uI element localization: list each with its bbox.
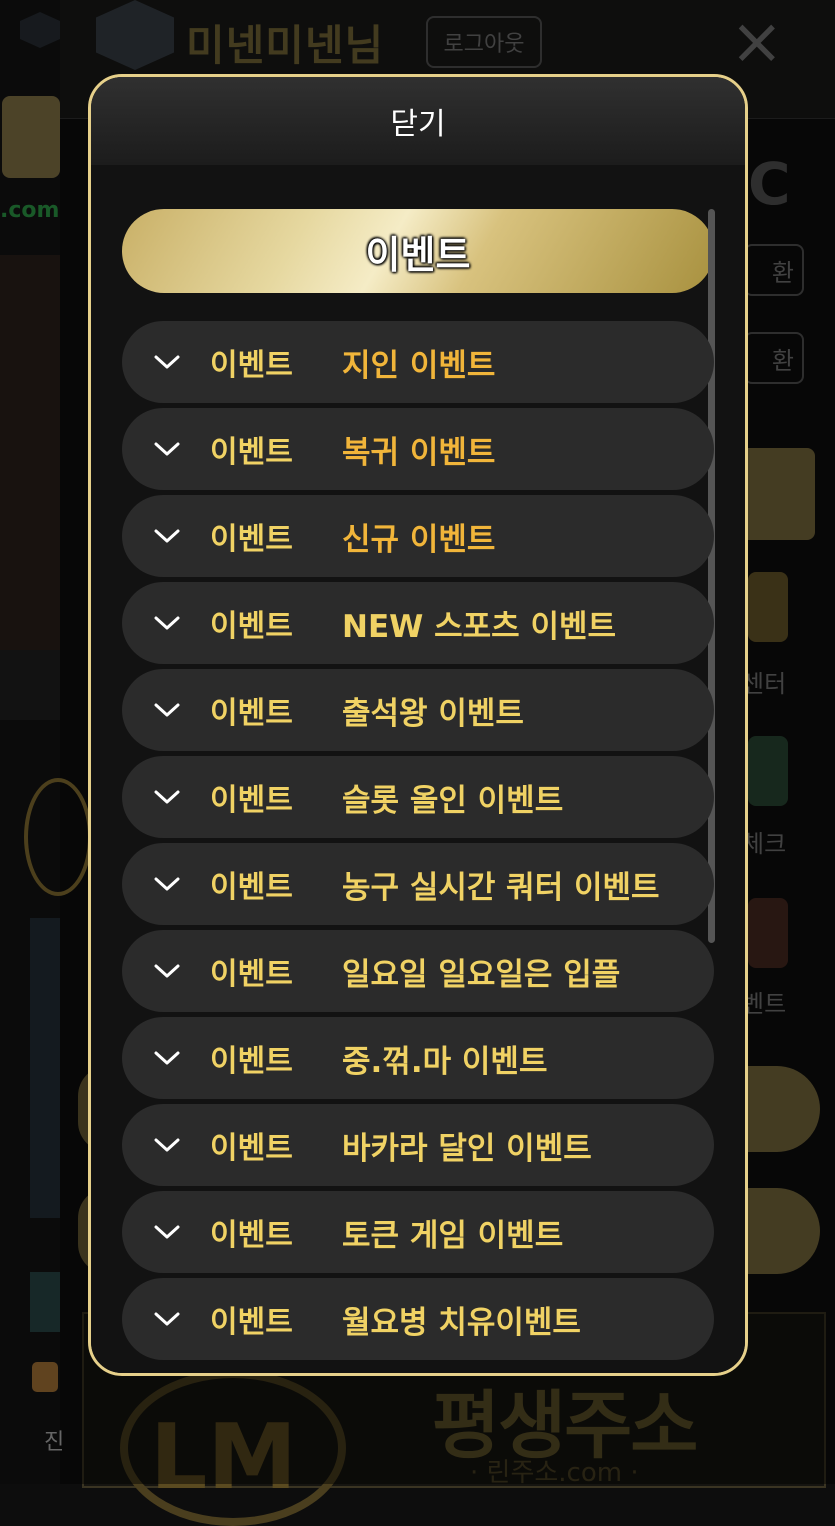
event-name: 바카라 달인 이벤트 [342, 1130, 592, 1167]
event-category: 이벤트 [210, 783, 293, 818]
event-name: 출석왕 이벤트 [342, 695, 524, 732]
event-list-item[interactable]: 이벤트 바카라 달인 이벤트 [122, 1104, 714, 1186]
scrollbar[interactable] [708, 209, 715, 943]
section-title: 이벤트 [122, 209, 714, 293]
chevron-down-icon [152, 1130, 182, 1160]
event-modal: 닫기 이벤트 이벤트 지인 이벤트 이벤트 복귀 이벤트 이벤트 신규 이벤트 이벤트 NEW… [88, 74, 748, 1376]
event-list-item[interactable]: 이벤트 출석왕 이벤트 [122, 669, 714, 751]
event-list-item[interactable]: 이벤트 지인 이벤트 [122, 321, 714, 403]
event-name: 복귀 이벤트 [342, 434, 496, 471]
chevron-down-icon [152, 869, 182, 899]
event-name: 중.꺾.마 이벤트 [342, 1043, 548, 1080]
event-name: NEW 스포츠 이벤트 [342, 608, 617, 645]
event-name: 일요일 일요일은 입플 [342, 956, 621, 993]
event-list-item[interactable]: 이벤트 슬롯 올인 이벤트 [122, 756, 714, 838]
chevron-down-icon [152, 695, 182, 725]
event-category: 이벤트 [210, 435, 293, 470]
event-list-item[interactable]: 이벤트 토큰 게임 이벤트 [122, 1191, 714, 1273]
chevron-down-icon [152, 1043, 182, 1073]
event-category: 이벤트 [210, 1131, 293, 1166]
event-list-item[interactable]: 이벤트 중.꺾.마 이벤트 [122, 1017, 714, 1099]
event-category: 이벤트 [210, 609, 293, 644]
event-category: 이벤트 [210, 1305, 293, 1340]
chevron-down-icon [152, 347, 182, 377]
event-category: 이벤트 [210, 348, 293, 383]
event-name: 슬롯 올인 이벤트 [342, 782, 564, 819]
event-list-item[interactable]: 이벤트 농구 실시간 쿼터 이벤트 [122, 843, 714, 925]
event-list-item[interactable]: 이벤트 월요병 치유이벤트 [122, 1278, 714, 1360]
event-list-item[interactable]: 이벤트 복귀 이벤트 [122, 408, 714, 490]
event-name: 토큰 게임 이벤트 [342, 1217, 564, 1254]
modal-body: 이벤트 이벤트 지인 이벤트 이벤트 복귀 이벤트 이벤트 신규 이벤트 이벤트 NEW 스포… [91, 165, 745, 1373]
event-name: 신규 이벤트 [342, 521, 496, 558]
chevron-down-icon [152, 956, 182, 986]
event-category: 이벤트 [210, 696, 293, 731]
chevron-down-icon [152, 434, 182, 464]
modal-close-bar[interactable]: 닫기 [91, 77, 745, 166]
event-category: 이벤트 [210, 522, 293, 557]
event-category: 이벤트 [210, 957, 293, 992]
chevron-down-icon [152, 521, 182, 551]
event-list-item[interactable]: 이벤트 신규 이벤트 [122, 495, 714, 577]
chevron-down-icon [152, 608, 182, 638]
event-name: 지인 이벤트 [342, 347, 496, 384]
event-list-item[interactable]: 이벤트 일요일 일요일은 입플 [122, 930, 714, 1012]
section-title-text: 이벤트 [365, 232, 471, 277]
close-label[interactable]: 닫기 [390, 99, 445, 143]
event-category: 이벤트 [210, 1218, 293, 1253]
chevron-down-icon [152, 1304, 182, 1334]
chevron-down-icon [152, 1217, 182, 1247]
chevron-down-icon [152, 782, 182, 812]
event-category: 이벤트 [210, 1044, 293, 1079]
event-list-item[interactable]: 이벤트 NEW 스포츠 이벤트 [122, 582, 714, 664]
event-category: 이벤트 [210, 870, 293, 905]
event-name: 농구 실시간 쿼터 이벤트 [342, 869, 660, 906]
event-name: 월요병 치유이벤트 [342, 1304, 581, 1341]
